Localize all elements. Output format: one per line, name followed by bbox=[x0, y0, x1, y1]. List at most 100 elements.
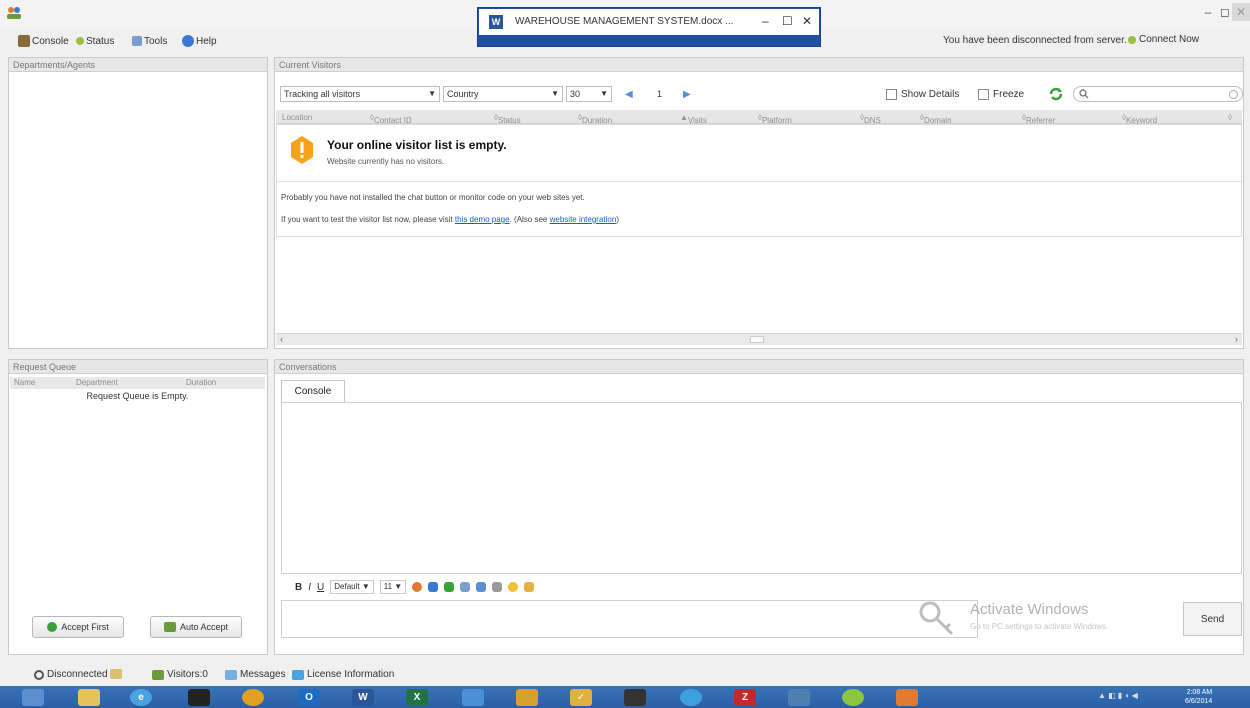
filezilla-icon[interactable]: Z bbox=[734, 689, 756, 706]
excel-icon[interactable]: X bbox=[406, 689, 428, 706]
demo-hint-suffix: ) bbox=[616, 215, 619, 224]
website-integration-link[interactable]: website integration bbox=[550, 215, 617, 224]
watermark-title: Activate Windows bbox=[970, 601, 1089, 618]
prev-page-button[interactable]: ◀ bbox=[625, 89, 633, 100]
license-label: License Information bbox=[307, 669, 395, 680]
maximize-button[interactable]: ◻ bbox=[1218, 3, 1232, 21]
minimize-button[interactable]: – bbox=[1200, 3, 1216, 21]
internet-explorer-icon[interactable]: e bbox=[130, 689, 152, 706]
paint-icon[interactable] bbox=[516, 689, 538, 706]
bold-button[interactable]: B bbox=[295, 582, 302, 593]
close-button[interactable]: ✕ bbox=[1232, 3, 1250, 21]
col-dns[interactable]: ◊ DNS bbox=[860, 113, 881, 125]
col-more[interactable]: ◊ bbox=[1228, 113, 1232, 122]
demo-hint: If you want to test the visitor list now… bbox=[281, 215, 619, 224]
floating-maximize-button[interactable]: ☐ bbox=[782, 14, 793, 28]
system-tray-icons[interactable]: ▲ ◧ ▮ ◖ ◀ bbox=[1098, 691, 1158, 703]
page-size-select[interactable]: 30 ▼ bbox=[566, 86, 612, 102]
scroll-thumb[interactable] bbox=[750, 336, 764, 343]
outlook-icon[interactable]: O bbox=[298, 689, 320, 706]
demo-page-link[interactable]: this demo page bbox=[455, 215, 510, 224]
col-keyword[interactable]: ◊ Keyword bbox=[1122, 113, 1157, 125]
font-select-value: Default bbox=[334, 582, 360, 591]
font-size-select[interactable]: 11 ▼ bbox=[379, 580, 407, 594]
rq-col-department[interactable]: Department bbox=[76, 378, 118, 387]
show-details-checkbox[interactable] bbox=[886, 89, 897, 100]
highlight-icon[interactable] bbox=[428, 582, 439, 592]
cortana-icon[interactable] bbox=[680, 689, 702, 706]
col-contact-id[interactable]: ◊ Contact ID bbox=[370, 113, 412, 125]
connection-status: Disconnected bbox=[34, 669, 108, 680]
empty-list-subtitle: Website currently has no visitors. bbox=[327, 157, 445, 166]
color-picker-icon[interactable] bbox=[412, 582, 423, 592]
country-select[interactable]: Country ▼ bbox=[443, 86, 563, 102]
floating-close-button[interactable]: ✕ bbox=[802, 14, 812, 28]
canned-message-icon[interactable] bbox=[524, 582, 535, 592]
next-page-button[interactable]: ▶ bbox=[683, 89, 691, 100]
rq-col-name[interactable]: Name bbox=[14, 378, 35, 387]
col-duration[interactable]: ◊ Duration bbox=[578, 113, 612, 125]
link-icon[interactable] bbox=[460, 582, 471, 592]
scroll-right-icon[interactable]: › bbox=[1235, 334, 1238, 344]
col-domain[interactable]: ◊ Domain bbox=[920, 113, 952, 125]
departments-panel: Departments/Agents bbox=[8, 57, 268, 349]
visitors-count-label: Visitors:0 bbox=[167, 669, 208, 680]
menu-status[interactable]: Status bbox=[76, 34, 114, 48]
visitors-count[interactable]: Visitors:0 bbox=[152, 669, 208, 680]
accept-first-button[interactable]: Accept First bbox=[32, 616, 124, 638]
refresh-app-icon[interactable] bbox=[842, 689, 864, 706]
message-input[interactable] bbox=[281, 600, 978, 638]
messages-link[interactable]: Messages bbox=[225, 669, 286, 680]
col-visits[interactable]: ▲ Visits bbox=[680, 113, 707, 125]
rq-col-duration[interactable]: Duration bbox=[186, 378, 216, 387]
floating-minimize-button[interactable]: – bbox=[762, 14, 769, 28]
word-icon[interactable]: W bbox=[352, 689, 374, 706]
clear-search-icon[interactable] bbox=[1229, 90, 1238, 99]
col-location[interactable]: Location bbox=[282, 113, 312, 122]
upload-icon[interactable] bbox=[444, 582, 455, 592]
remote-desktop-icon[interactable] bbox=[788, 689, 810, 706]
menu-tools[interactable]: Tools bbox=[132, 34, 167, 48]
live-chat-app-icon[interactable] bbox=[896, 689, 918, 706]
col-platform[interactable]: ◊ Platform bbox=[758, 113, 792, 125]
freeze-checkbox[interactable] bbox=[978, 89, 989, 100]
send-button[interactable]: Send bbox=[1183, 602, 1242, 636]
checkmark-app-icon[interactable]: ✓ bbox=[570, 689, 592, 706]
tab-console[interactable]: Console bbox=[281, 380, 345, 402]
menu-console[interactable]: Console bbox=[18, 34, 69, 48]
clock-date: 6/6/2014 bbox=[1185, 698, 1213, 705]
clock[interactable]: 2:08 AM 6/6/2014 bbox=[1185, 688, 1212, 706]
visitor-search-input[interactable] bbox=[1073, 86, 1243, 102]
col-status[interactable]: ◊ Status bbox=[494, 113, 521, 125]
connect-now-link[interactable]: Connect Now bbox=[1128, 34, 1199, 45]
visitor-column-headers: Location ◊ Contact ID ◊ Status ◊ Duratio… bbox=[276, 110, 1242, 125]
status-bar: Disconnected Visitors:0 Messages License… bbox=[0, 666, 1250, 686]
emoticon-icon[interactable] bbox=[508, 582, 519, 592]
visitors-icon bbox=[152, 669, 164, 680]
messages-label: Messages bbox=[240, 669, 286, 680]
desktop-icon[interactable] bbox=[22, 689, 44, 706]
license-link[interactable]: License Information bbox=[292, 669, 394, 680]
menu-help[interactable]: Help bbox=[182, 34, 217, 48]
screenshot-icon[interactable] bbox=[492, 582, 503, 592]
scroll-left-icon[interactable]: ‹ bbox=[280, 334, 283, 344]
connection-status-label: Disconnected bbox=[47, 669, 108, 680]
col-referrer[interactable]: ◊ Referrer bbox=[1022, 113, 1055, 125]
tracking-select[interactable]: Tracking all visitors ▼ bbox=[280, 86, 440, 102]
taskbar: e O W X ✓ Z ▲ ◧ ▮ ◖ ◀ 2:08 AM 6/6/2014 bbox=[0, 686, 1250, 708]
underline-button[interactable]: U bbox=[317, 582, 324, 593]
command-prompt-icon[interactable] bbox=[188, 689, 210, 706]
freeze-toggle[interactable]: Freeze bbox=[978, 89, 1024, 100]
terminal-icon[interactable] bbox=[624, 689, 646, 706]
file-explorer-icon[interactable] bbox=[78, 689, 100, 706]
auto-accept-button[interactable]: Auto Accept bbox=[150, 616, 242, 638]
chrome-icon[interactable] bbox=[242, 689, 264, 706]
network-tool-icon[interactable] bbox=[462, 689, 484, 706]
visitors-horizontal-scrollbar[interactable]: ‹ › bbox=[276, 333, 1242, 345]
refresh-icon[interactable] bbox=[1048, 86, 1064, 102]
show-details-toggle[interactable]: Show Details bbox=[886, 89, 959, 100]
current-visitors-header: Current Visitors bbox=[275, 58, 1243, 72]
italic-button[interactable]: I bbox=[308, 582, 311, 593]
image-icon[interactable] bbox=[476, 582, 487, 592]
font-select[interactable]: Default ▼ bbox=[330, 580, 374, 594]
